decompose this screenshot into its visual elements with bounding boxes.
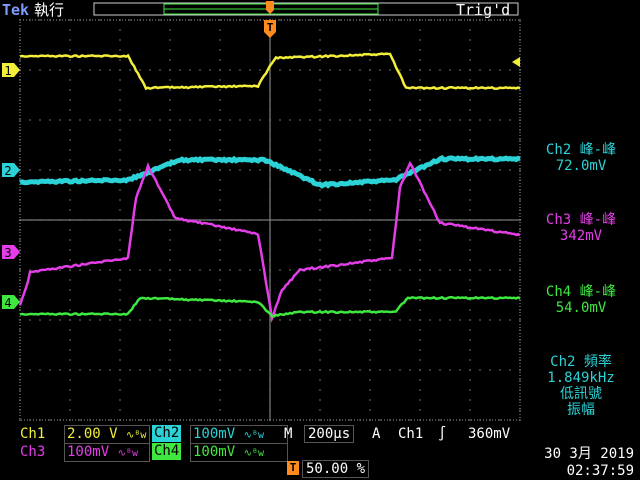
- ch1-scale-value: 2.00 V: [67, 426, 118, 442]
- trigger-slope-icon[interactable]: ∫: [438, 425, 446, 443]
- trigger-level-marker[interactable]: [512, 57, 520, 67]
- date-time: 30 3月 2019 02:37:59: [544, 446, 634, 480]
- ch3-measurement-value: 342mV: [559, 228, 603, 244]
- ch3-scale-value: 100mV: [67, 444, 110, 460]
- graticule: [19, 19, 521, 421]
- svg-text:4: 4: [4, 296, 11, 310]
- trigger-mode: A: [372, 426, 381, 442]
- ch3-ground-marker[interactable]: 3: [2, 245, 20, 260]
- freq-measurement-label: Ch2 頻率: [550, 354, 612, 370]
- ch3-scale[interactable]: 100mV ∿ᴮw: [64, 443, 150, 462]
- svg-text:T: T: [267, 21, 274, 34]
- ch2-measurement-value: 72.0mV: [555, 158, 607, 174]
- ch2-bw-limit-icon: ∿ᴮw: [243, 430, 265, 441]
- ch3-bw-limit-icon: ∿ᴮw: [117, 448, 139, 459]
- ch4-label[interactable]: Ch4: [152, 443, 182, 460]
- ch2-frequency-measurement[interactable]: Ch2 頻率 1.849kHz 低訊號 振幅: [526, 354, 636, 418]
- ch2-label[interactable]: Ch2: [152, 425, 182, 442]
- ch2-scale[interactable]: 100mV ∿ᴮw: [190, 425, 288, 444]
- trigger-source[interactable]: Ch1: [398, 425, 423, 443]
- freq-warning-line2: 振幅: [567, 402, 595, 418]
- ch2-measurement-label: Ch2 峰-峰: [545, 142, 617, 158]
- svg-text:3: 3: [4, 246, 11, 260]
- timebase-value[interactable]: 200µs: [304, 425, 355, 443]
- ch3-measurement[interactable]: Ch3 峰-峰 342mV: [526, 212, 636, 244]
- time: 02:37:59: [566, 463, 634, 479]
- ch4-measurement-value: 54.0mV: [555, 300, 607, 316]
- ch3-measurement-label: Ch3 峰-峰: [545, 212, 617, 228]
- freq-measurement-value: 1.849kHz: [547, 370, 615, 386]
- ch3-label[interactable]: Ch3: [20, 443, 45, 461]
- ch2-measurement[interactable]: Ch2 峰-峰 72.0mV: [526, 142, 636, 174]
- ch1-bw-limit-icon: ∿ᴮw: [126, 430, 147, 441]
- ch2-ground-marker[interactable]: 2: [2, 163, 20, 178]
- ch1-scale[interactable]: 2.00 V ∿ᴮw: [64, 425, 150, 444]
- ch4-bw-limit-icon: ∿ᴮw: [243, 448, 265, 459]
- ch4-scale-value: 100mV: [193, 444, 236, 460]
- ch4-scale[interactable]: 100mV ∿ᴮw: [190, 443, 288, 462]
- status-bar: Ch1 2.00 V ∿ᴮw Ch2 100mV ∿ᴮw M 200µs A C…: [0, 424, 640, 480]
- trigger-position-value[interactable]: 50.00 %: [302, 460, 370, 478]
- ch2-scale-value: 100mV: [193, 426, 236, 442]
- timebase-label: M: [284, 426, 293, 442]
- ch4-measurement[interactable]: Ch4 峰-峰 54.0mV: [526, 284, 636, 316]
- date: 30 3月 2019: [544, 446, 634, 462]
- ch1-label[interactable]: Ch1: [20, 425, 45, 443]
- freq-warning-line1: 低訊號: [560, 386, 602, 402]
- trigger-position-icon: T: [287, 461, 299, 475]
- ch4-ground-marker[interactable]: 4: [2, 295, 20, 310]
- svg-text:2: 2: [4, 164, 11, 178]
- trigger-level[interactable]: 360mV: [468, 425, 510, 443]
- ch4-measurement-label: Ch4 峰-峰: [545, 284, 617, 300]
- svg-text:1: 1: [4, 64, 11, 78]
- ch1-ground-marker[interactable]: 1: [2, 63, 20, 78]
